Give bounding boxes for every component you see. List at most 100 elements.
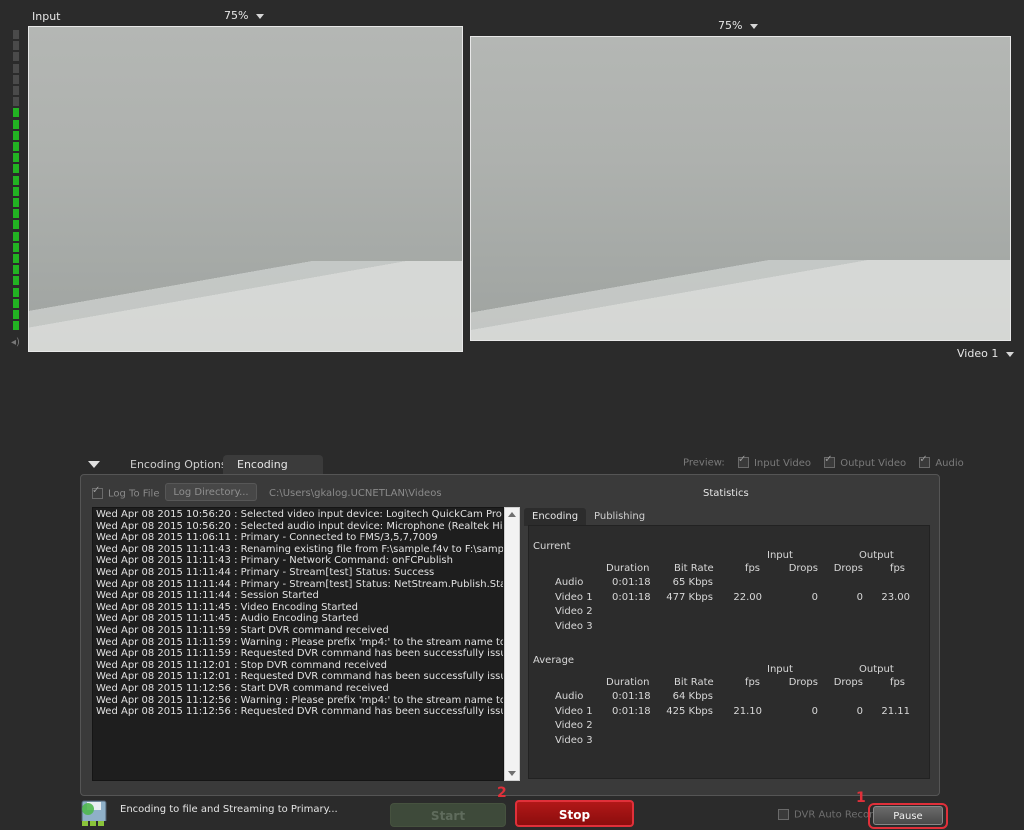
scroll-up-icon[interactable] <box>508 512 516 517</box>
stats-cell-in-fps: 21.10 <box>733 705 762 717</box>
stats-group-output: Output <box>859 550 894 561</box>
stats-cell-bitrate: 65 Kbps <box>672 577 713 588</box>
save-disk-icon <box>80 799 112 827</box>
stats-column-header: fps <box>744 563 760 574</box>
log-line: Wed Apr 08 2015 11:11:59 : Warning : Ple… <box>96 636 503 648</box>
input-label: Input <box>32 10 61 23</box>
stats-cell-duration: 0:01:18 <box>612 577 651 588</box>
log-line: Wed Apr 08 2015 11:11:43 : Primary - Net… <box>96 555 453 567</box>
log-directory-button[interactable]: Log Directory... <box>165 483 257 501</box>
chevron-down-icon <box>750 23 759 29</box>
log-textarea[interactable]: Wed Apr 08 2015 10:56:20 : Selected vide… <box>92 507 504 781</box>
meter-segment <box>13 287 19 297</box>
tab-encoding-log[interactable]: Encoding Log <box>223 455 323 491</box>
pause-button[interactable]: Pause <box>873 806 943 825</box>
stats-column-header: Duration <box>606 563 650 574</box>
meter-segment <box>13 41 19 51</box>
tab-stats-publishing[interactable]: Publishing <box>586 508 653 526</box>
checkbox-icon <box>92 485 103 499</box>
stats-row-name: Video 3 <box>555 734 593 746</box>
preview-options: Preview: Input Video Output Video Audio <box>683 454 964 469</box>
log-line: Wed Apr 08 2015 11:06:11 : Primary - Con… <box>96 532 438 544</box>
meter-segment <box>13 298 19 308</box>
log-line: Wed Apr 08 2015 11:11:59 : Requested DVR… <box>96 648 503 660</box>
stop-button[interactable]: Stop <box>515 800 634 827</box>
collapse-panel-icon[interactable] <box>88 461 100 468</box>
stats-row-name: Audio <box>555 577 584 588</box>
log-line: Wed Apr 08 2015 11:11:43 : Renaming exis… <box>96 543 504 555</box>
stats-row-name: Video 1 <box>555 705 593 717</box>
log-line: Wed Apr 08 2015 11:12:56 : Warning : Ple… <box>96 694 503 706</box>
meter-segment <box>13 242 19 252</box>
input-zoom-value: 75% <box>224 9 249 22</box>
meter-segment <box>13 231 19 241</box>
log-path: C:\Users\gkalog.UCNETLAN\Videos <box>269 488 442 499</box>
stats-cell-duration: 0:01:18 <box>612 591 651 603</box>
log-to-file-label: Log To File <box>108 488 160 500</box>
preview-audio-label: Audio <box>935 457 964 469</box>
log-line: Wed Apr 08 2015 10:56:20 : Selected audi… <box>96 520 504 532</box>
checkbox-icon <box>919 454 931 468</box>
log-line: Wed Apr 08 2015 11:12:56 : Start DVR com… <box>96 682 389 694</box>
stats-cell-bitrate: 64 Kbps <box>672 691 713 702</box>
preview-input-video-label: Input Video <box>753 457 812 469</box>
output-stream-value: Video 1 <box>957 347 999 360</box>
annotation-number-1: 1 <box>856 790 866 806</box>
preview-output-video-checkbox[interactable]: Output Video <box>824 454 907 469</box>
checkbox-icon <box>778 809 789 820</box>
log-line: Wed Apr 08 2015 11:11:44 : Session Start… <box>96 590 319 602</box>
meter-segment <box>13 130 19 140</box>
input-video-preview <box>28 26 463 352</box>
meter-segment <box>13 265 19 275</box>
stats-row-name: Video 2 <box>555 720 593 732</box>
meter-segment <box>13 97 19 107</box>
preview-audio-checkbox[interactable]: Audio <box>919 454 964 469</box>
input-zoom-select[interactable]: 75% <box>224 9 265 22</box>
stats-column-header: fps <box>889 563 905 574</box>
meter-segment <box>13 142 19 151</box>
tab-stats-encoding[interactable]: Encoding <box>524 508 587 526</box>
statistics-title: Statistics <box>703 488 749 499</box>
meter-segment <box>13 310 19 319</box>
start-button[interactable]: Start <box>390 803 506 827</box>
log-line: Wed Apr 08 2015 11:11:45 : Video Encodin… <box>96 601 359 613</box>
scroll-down-icon[interactable] <box>508 771 516 776</box>
stats-section-label: Average <box>533 655 575 666</box>
meter-segment <box>13 220 19 230</box>
stats-column-header: fps <box>889 677 905 688</box>
preview-output-video-label: Output Video <box>840 457 907 469</box>
checkbox-icon <box>824 454 836 468</box>
output-zoom-select[interactable]: 75% <box>718 19 759 32</box>
stats-cell-out-fps: 21.11 <box>881 705 910 717</box>
tab-encoding-options[interactable]: Encoding Options <box>116 455 241 475</box>
output-stream-select[interactable]: Video 1 <box>957 347 1015 360</box>
meter-segment <box>13 175 19 185</box>
log-scrollbar[interactable] <box>504 507 520 781</box>
stats-section-label: Current <box>533 541 571 552</box>
checkbox-icon <box>737 454 749 468</box>
log-line: Wed Apr 08 2015 11:12:56 : Requested DVR… <box>96 706 503 718</box>
output-zoom-value: 75% <box>718 19 743 32</box>
log-to-file-checkbox[interactable]: Log To File <box>92 485 160 500</box>
stats-cell-out-fps: 23.00 <box>881 591 910 603</box>
stats-row-name: Video 1 <box>555 591 593 603</box>
meter-segment <box>13 321 19 331</box>
preview-input-video-checkbox[interactable]: Input Video <box>737 454 812 469</box>
stats-group-input: Input <box>767 664 793 675</box>
meter-segment <box>13 63 19 73</box>
dvr-auto-record-checkbox[interactable]: DVR Auto Record <box>778 809 879 821</box>
log-line: Wed Apr 08 2015 11:11:44 : Primary - Str… <box>96 578 504 590</box>
status-text: Encoding to file and Streaming to Primar… <box>120 804 338 815</box>
stats-row-name: Audio <box>555 691 584 702</box>
output-video-preview <box>470 36 1011 341</box>
annotation-number-2: 2 <box>497 785 507 801</box>
stats-cell-in-fps: 22.00 <box>733 591 762 603</box>
meter-segment <box>13 186 19 196</box>
log-line: Wed Apr 08 2015 11:11:44 : Primary - Str… <box>96 566 435 578</box>
stats-column-header: fps <box>744 677 760 688</box>
stats-row-name: Video 3 <box>555 620 593 632</box>
meter-segment <box>13 74 19 84</box>
speaker-icon[interactable]: ◂) <box>11 337 20 348</box>
chevron-down-icon <box>256 13 265 19</box>
meter-segment <box>13 209 19 219</box>
